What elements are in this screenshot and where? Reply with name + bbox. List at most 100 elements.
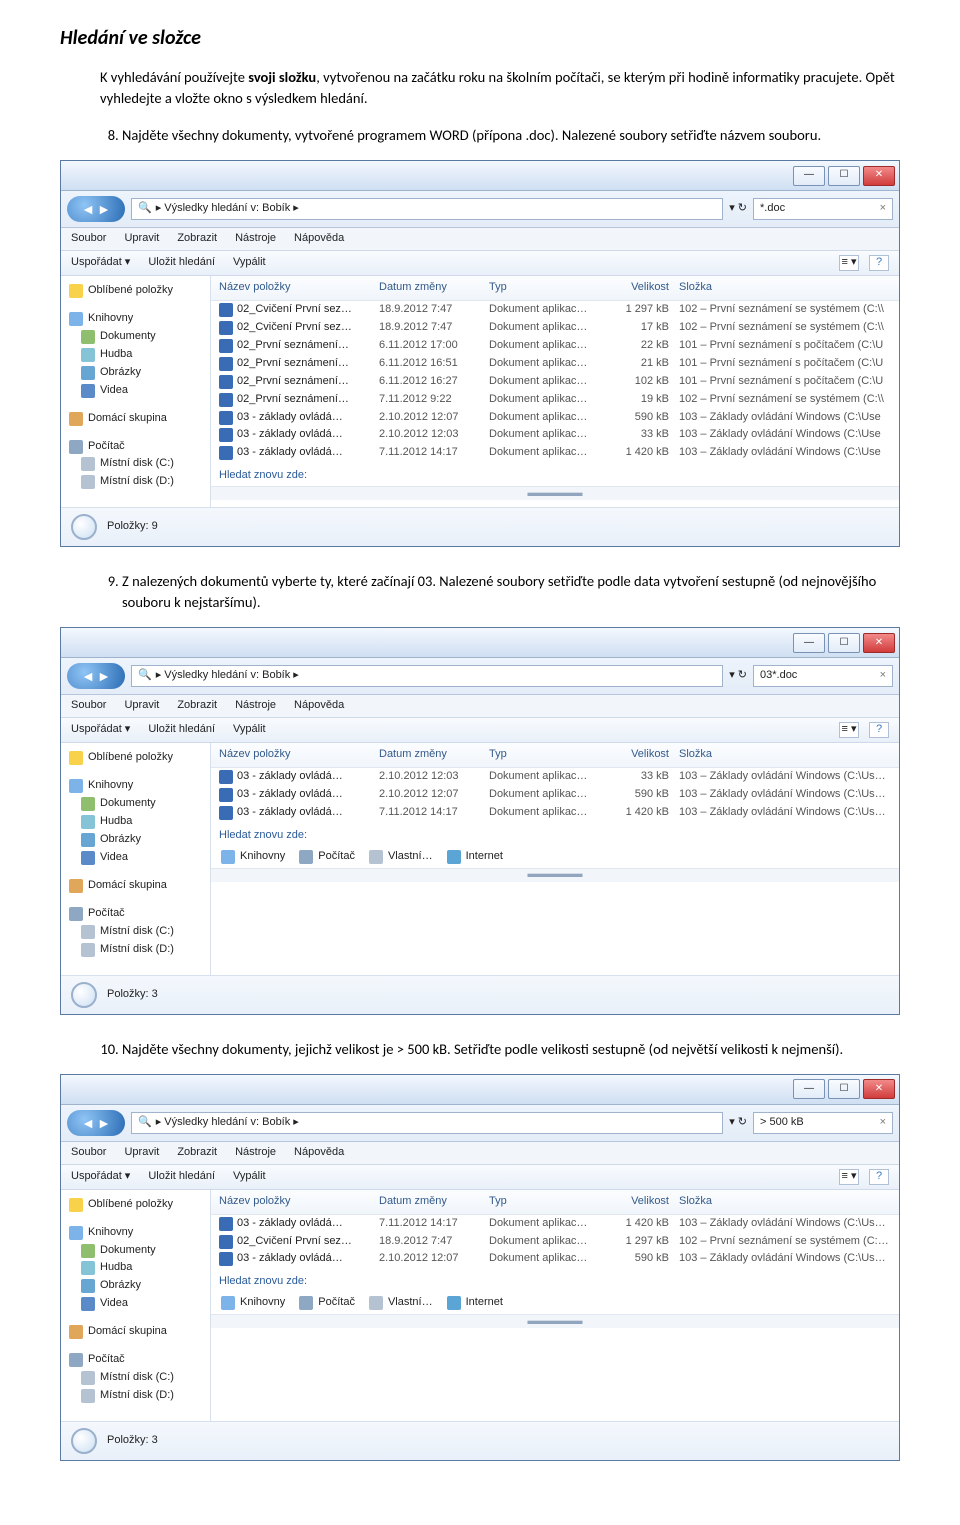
- table-row[interactable]: 03 - základy ovládá…7.11.2012 14:17Dokum…: [211, 804, 899, 822]
- menu-upravit[interactable]: Upravit: [124, 231, 159, 247]
- col-folder[interactable]: Složka: [679, 747, 891, 763]
- sa-pocitac[interactable]: Počítač: [299, 849, 355, 865]
- nav-back-forward[interactable]: ◄►: [67, 196, 125, 222]
- tree-pc[interactable]: Počítač: [67, 905, 206, 923]
- tree-music[interactable]: Hudba: [67, 346, 206, 364]
- table-row[interactable]: 03 - základy ovládá…2.10.2012 12:07Dokum…: [211, 409, 899, 427]
- tree-fav[interactable]: Oblíbené položky: [67, 749, 206, 767]
- table-row[interactable]: 03 - základy ovládá…2.10.2012 12:03Dokum…: [211, 426, 899, 444]
- minimize-button[interactable]: —: [793, 166, 825, 186]
- tree-home[interactable]: Domácí skupina: [67, 877, 206, 895]
- table-row[interactable]: 02_Cvičení První sez…18.9.2012 7:47Dokum…: [211, 301, 899, 319]
- tree-home[interactable]: Domácí skupina: [67, 410, 206, 428]
- table-row[interactable]: 03 - základy ovládá…2.10.2012 12:03Dokum…: [211, 768, 899, 786]
- maximize-button[interactable]: ☐: [828, 633, 860, 653]
- menu-soubor[interactable]: Soubor: [71, 1145, 106, 1161]
- toolbar-ulozit[interactable]: Uložit hledání: [148, 722, 215, 738]
- tree-music[interactable]: Hudba: [67, 813, 206, 831]
- tree-lib[interactable]: Knihovny: [67, 310, 206, 328]
- search-clear-icon[interactable]: ×: [880, 1115, 886, 1131]
- tree-docs[interactable]: Dokumenty: [67, 795, 206, 813]
- col-type[interactable]: Typ: [489, 280, 609, 296]
- menu-zobrazit[interactable]: Zobrazit: [177, 231, 217, 247]
- col-name[interactable]: Název položky: [219, 280, 379, 296]
- col-name[interactable]: Název položky: [219, 1194, 379, 1210]
- tree-pics[interactable]: Obrázky: [67, 1277, 206, 1295]
- search-clear-icon[interactable]: ×: [880, 201, 886, 217]
- menu-soubor[interactable]: Soubor: [71, 231, 106, 247]
- menu-nastroje[interactable]: Nástroje: [235, 1145, 276, 1161]
- tree-pc[interactable]: Počítač: [67, 438, 206, 456]
- col-size[interactable]: Velikost: [609, 280, 679, 296]
- tree-lib[interactable]: Knihovny: [67, 777, 206, 795]
- search-input[interactable]: 03*.doc ×: [753, 665, 893, 687]
- breadcrumb[interactable]: 🔍 ▸ Výsledky hledání v: Bobík ▸: [131, 1112, 723, 1134]
- table-row[interactable]: 03 - základy ovládá…2.10.2012 12:07Dokum…: [211, 786, 899, 804]
- view-icon[interactable]: ≡ ▾: [839, 722, 859, 738]
- table-row[interactable]: 03 - základy ovládá…7.11.2012 14:17Dokum…: [211, 1215, 899, 1233]
- sa-pocitac[interactable]: Počítač: [299, 1295, 355, 1311]
- col-type[interactable]: Typ: [489, 1194, 609, 1210]
- toolbar-vypalit[interactable]: Vypálit: [233, 1169, 266, 1185]
- help-icon[interactable]: ?: [869, 255, 889, 271]
- col-date[interactable]: Datum změny: [379, 280, 489, 296]
- breadcrumb[interactable]: 🔍 ▸ Výsledky hledání v: Bobík ▸: [131, 198, 723, 220]
- col-date[interactable]: Datum změny: [379, 747, 489, 763]
- help-icon[interactable]: ?: [869, 722, 889, 738]
- toolbar-usporadat[interactable]: Uspořádat ▾: [71, 722, 130, 738]
- sa-vlastni[interactable]: Vlastní…: [369, 1295, 433, 1311]
- tree-diskc[interactable]: Místní disk (C:): [67, 1369, 206, 1387]
- close-button[interactable]: ✕: [863, 1079, 895, 1099]
- close-button[interactable]: ✕: [863, 166, 895, 186]
- view-icon[interactable]: ≡ ▾: [839, 255, 859, 271]
- tree-docs[interactable]: Dokumenty: [67, 1242, 206, 1260]
- sa-internet[interactable]: Internet: [447, 1295, 503, 1311]
- col-folder[interactable]: Složka: [679, 1194, 891, 1210]
- tree-docs[interactable]: Dokumenty: [67, 328, 206, 346]
- menu-nastroje[interactable]: Nástroje: [235, 231, 276, 247]
- minimize-button[interactable]: —: [793, 1079, 825, 1099]
- h-scrollbar[interactable]: ▬▬▬▬▬: [211, 868, 899, 882]
- maximize-button[interactable]: ☐: [828, 1079, 860, 1099]
- tree-pics[interactable]: Obrázky: [67, 831, 206, 849]
- menu-napoveda[interactable]: Nápověda: [294, 698, 344, 714]
- tree-diskc[interactable]: Místní disk (C:): [67, 923, 206, 941]
- sa-vlastni[interactable]: Vlastní…: [369, 849, 433, 865]
- nav-back-forward[interactable]: ◄►: [67, 1110, 125, 1136]
- sa-knihovny[interactable]: Knihovny: [221, 849, 285, 865]
- minimize-button[interactable]: —: [793, 633, 825, 653]
- menu-nastroje[interactable]: Nástroje: [235, 698, 276, 714]
- close-button[interactable]: ✕: [863, 633, 895, 653]
- tree-music[interactable]: Hudba: [67, 1259, 206, 1277]
- tree-vids[interactable]: Videa: [67, 849, 206, 867]
- search-clear-icon[interactable]: ×: [880, 668, 886, 684]
- nav-back-forward[interactable]: ◄►: [67, 663, 125, 689]
- menu-zobrazit[interactable]: Zobrazit: [177, 1145, 217, 1161]
- maximize-button[interactable]: ☐: [828, 166, 860, 186]
- sa-internet[interactable]: Internet: [447, 849, 503, 865]
- h-scrollbar[interactable]: ▬▬▬▬▬: [211, 486, 899, 500]
- tree-fav[interactable]: Oblíbené položky: [67, 1196, 206, 1214]
- table-row[interactable]: 02_Cvičení První sez…18.9.2012 7:47Dokum…: [211, 1233, 899, 1251]
- h-scrollbar[interactable]: ▬▬▬▬▬: [211, 1314, 899, 1328]
- tree-diskd[interactable]: Místní disk (D:): [67, 941, 206, 959]
- menu-soubor[interactable]: Soubor: [71, 698, 106, 714]
- refresh-icon[interactable]: ▾ ↻: [729, 1115, 747, 1131]
- tree-pics[interactable]: Obrázky: [67, 364, 206, 382]
- search-input[interactable]: *.doc ×: [753, 198, 893, 220]
- help-icon[interactable]: ?: [869, 1169, 889, 1185]
- column-headers[interactable]: Název položky Datum změny Typ Velikost S…: [211, 1190, 899, 1215]
- tree-diskd[interactable]: Místní disk (D:): [67, 1387, 206, 1405]
- tree-diskd[interactable]: Místní disk (D:): [67, 473, 206, 491]
- toolbar-ulozit[interactable]: Uložit hledání: [148, 1169, 215, 1185]
- refresh-icon[interactable]: ▾ ↻: [729, 668, 747, 684]
- toolbar-usporadat[interactable]: Uspořádat ▾: [71, 1169, 130, 1185]
- col-size[interactable]: Velikost: [609, 747, 679, 763]
- table-row[interactable]: 02_První seznámení…7.11.2012 9:22Dokumen…: [211, 391, 899, 409]
- table-row[interactable]: 02_Cvičení První sez…18.9.2012 7:47Dokum…: [211, 319, 899, 337]
- col-type[interactable]: Typ: [489, 747, 609, 763]
- toolbar-usporadat[interactable]: Uspořádat ▾: [71, 255, 130, 271]
- toolbar-vypalit[interactable]: Vypálit: [233, 255, 266, 271]
- menu-zobrazit[interactable]: Zobrazit: [177, 698, 217, 714]
- menu-napoveda[interactable]: Nápověda: [294, 231, 344, 247]
